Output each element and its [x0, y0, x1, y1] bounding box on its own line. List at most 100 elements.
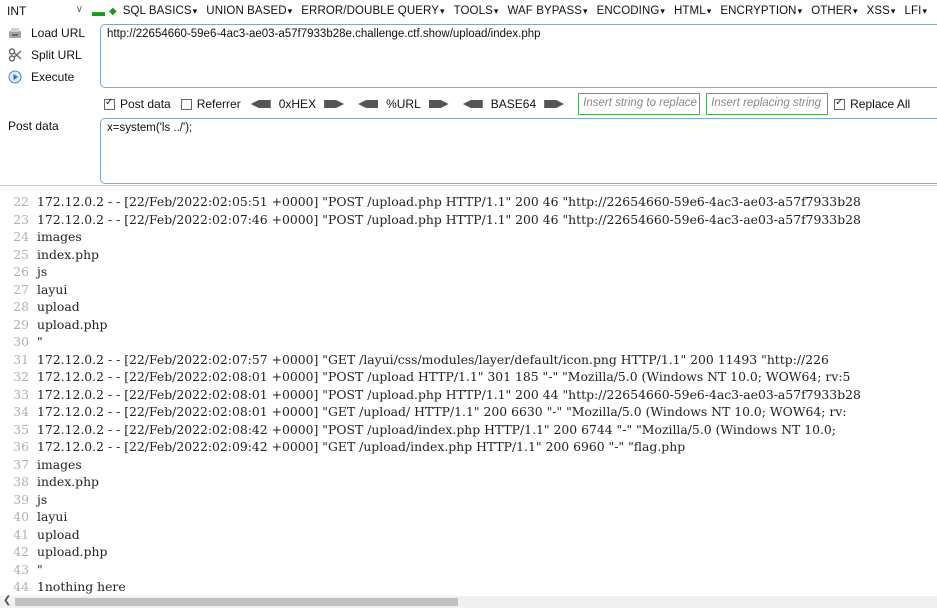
log-line: 33 172.12.0.2 - - [22/Feb/2022:02:08:01 +… [0, 386, 861, 403]
log-line: 43 " [0, 561, 42, 578]
hex-decode-arrow-icon[interactable] [250, 100, 271, 108]
menu-other[interactable]: OTHER▾ [811, 5, 857, 17]
line-text: 172.12.0.2 - - [22/Feb/2022:02:05:51 +00… [37, 194, 861, 209]
line-text: 172.12.0.2 - - [22/Feb/2022:02:08:42 +00… [37, 421, 836, 437]
menu-sql-basics[interactable]: SQL BASICS▾ [123, 5, 198, 17]
line-number: 33 [13, 386, 29, 402]
url-value: http://22654660-59e6-4ac3-ae03-a57f7933b… [107, 28, 541, 40]
log-line: 41 upload [0, 526, 80, 543]
menu-union-based[interactable]: UNION BASED▾ [206, 5, 292, 17]
menu-html[interactable]: HTML▾ [674, 5, 711, 17]
url-encode-label: %URL [386, 97, 421, 111]
post-data-value: x=system('ls ../'); [107, 122, 193, 134]
scroll-left-icon[interactable]: ❮ [3, 595, 11, 606]
replace-all-checkbox[interactable] [834, 97, 846, 110]
line-number: 42 [13, 544, 29, 559]
menu-tools[interactable]: TOOLS▾ [454, 5, 499, 17]
line-number: 23 [13, 211, 29, 227]
log-line: 42 upload.php [0, 543, 107, 560]
line-number: 34 [13, 404, 29, 419]
line-number: 27 [13, 281, 29, 297]
line-text: 172.12.0.2 - - [22/Feb/2022:02:08:01 +00… [37, 369, 851, 384]
log-line: 28 upload [0, 298, 79, 315]
base64-encode-arrow-icon[interactable] [544, 100, 565, 108]
int-select-value: INT [7, 4, 27, 18]
log-line: 26 js [0, 263, 47, 280]
log-line: 40 layui [0, 508, 67, 525]
line-number: 38 [13, 474, 29, 489]
menu-encryption[interactable]: ENCRYPTION▾ [720, 5, 802, 17]
line-text: images [37, 229, 82, 244]
log-view: 22 172.12.0.2 - - [22/Feb/2022:02:05:51 +… [0, 186, 937, 596]
line-number: 43 [13, 561, 29, 577]
line-text: images [37, 456, 82, 472]
menu-lfi[interactable]: LFI▾ [905, 5, 928, 17]
line-text: 172.12.0.2 - - [22/Feb/2022:02:08:01 +00… [37, 386, 861, 402]
log-line: 31 172.12.0.2 - - [22/Feb/2022:02:07:57 +… [0, 351, 829, 368]
hex-encode-arrow-icon[interactable] [324, 100, 345, 108]
log-line: 44 1nothing here [0, 578, 125, 595]
load-url-button[interactable]: Load URL [8, 26, 85, 40]
menu-error-double-query[interactable]: ERROR/DOUBLE QUERY▾ [301, 5, 444, 17]
line-text: 172.12.0.2 - - [22/Feb/2022:02:07:46 +00… [37, 211, 861, 227]
line-text: layui [37, 509, 68, 524]
base64-decode-arrow-icon[interactable] [462, 100, 483, 108]
line-text: layui [37, 281, 68, 297]
line-number: 25 [13, 246, 29, 262]
int-select[interactable]: INT ∨ [3, 3, 85, 19]
log-line: 29 upload.php [0, 316, 107, 333]
line-text: js [37, 491, 48, 507]
options-row: Post data Referrer 0xHEX %URL BASE64 Ins… [104, 92, 937, 116]
line-number: 37 [13, 456, 29, 472]
horizontal-scrollbar[interactable]: ❮ [0, 595, 937, 608]
line-number: 41 [13, 526, 29, 542]
split-url-button[interactable]: Split URL [8, 48, 82, 62]
log-line: 23 172.12.0.2 - - [22/Feb/2022:02:07:46 +… [0, 211, 861, 228]
line-text: upload [37, 526, 80, 542]
url-encode-arrow-icon[interactable] [428, 100, 449, 108]
menu-items: ▬ ◆ SQL BASICS▾ UNION BASED▾ ERROR/DOUBL… [92, 0, 936, 22]
line-number: 35 [13, 421, 29, 437]
menu-encoding[interactable]: ENCODING▾ [597, 5, 665, 17]
log-line: 24 images [0, 228, 82, 245]
referrer-checkbox[interactable] [180, 98, 192, 110]
log-line: 27 layui [0, 281, 67, 298]
replace-all-label: Replace All [850, 97, 911, 111]
hex-label: 0xHEX [278, 97, 317, 111]
line-number: 24 [13, 229, 29, 244]
line-number: 40 [13, 509, 29, 524]
line-text: upload.php [37, 316, 108, 332]
insert-string-input[interactable]: Insert string to replace [578, 93, 701, 115]
url-decode-arrow-icon[interactable] [358, 100, 379, 108]
base64-label: BASE64 [490, 97, 537, 111]
log-line: 30 " [0, 333, 42, 350]
line-number: 39 [13, 491, 29, 507]
replacing-string-input[interactable]: Insert replacing string [706, 93, 829, 115]
line-text: index.php [37, 246, 99, 262]
line-number: 26 [13, 264, 29, 279]
post-data-checkbox[interactable] [104, 97, 115, 110]
log-line: 38 index.php [0, 473, 99, 490]
line-text: index.php [37, 474, 99, 489]
log-line: 34 172.12.0.2 - - [22/Feb/2022:02:08:01 +… [0, 403, 846, 420]
minus-icon[interactable]: ▬ [92, 4, 105, 19]
diamond-icon[interactable]: ◆ [109, 6, 117, 17]
line-text: upload.php [37, 544, 108, 559]
line-number: 32 [13, 369, 29, 384]
log-line: 36 172.12.0.2 - - [22/Feb/2022:02:09:42 +… [0, 438, 685, 455]
line-text: 172.12.0.2 - - [22/Feb/2022:02:09:42 +00… [37, 439, 686, 454]
log-line: 35 172.12.0.2 - - [22/Feb/2022:02:08:42 +… [0, 421, 836, 438]
menu-xss[interactable]: XSS▾ [867, 5, 896, 17]
chevron-down-icon: ∨ [75, 4, 83, 15]
execute-button[interactable]: Execute [8, 70, 74, 84]
log-line: 39 js [0, 491, 47, 508]
post-data-section-label: Post data [8, 119, 59, 133]
url-input[interactable]: http://22654660-59e6-4ac3-ae03-a57f7933b… [100, 24, 937, 88]
scrollbar-thumb[interactable] [15, 598, 458, 606]
line-number: 29 [13, 316, 29, 332]
menu-waf-bypass[interactable]: WAF BYPASS▾ [508, 5, 588, 17]
line-number: 30 [13, 334, 29, 349]
post-data-input[interactable]: x=system('ls ../'); [100, 118, 937, 184]
split-url-icon [8, 48, 22, 62]
line-text: js [37, 264, 48, 279]
